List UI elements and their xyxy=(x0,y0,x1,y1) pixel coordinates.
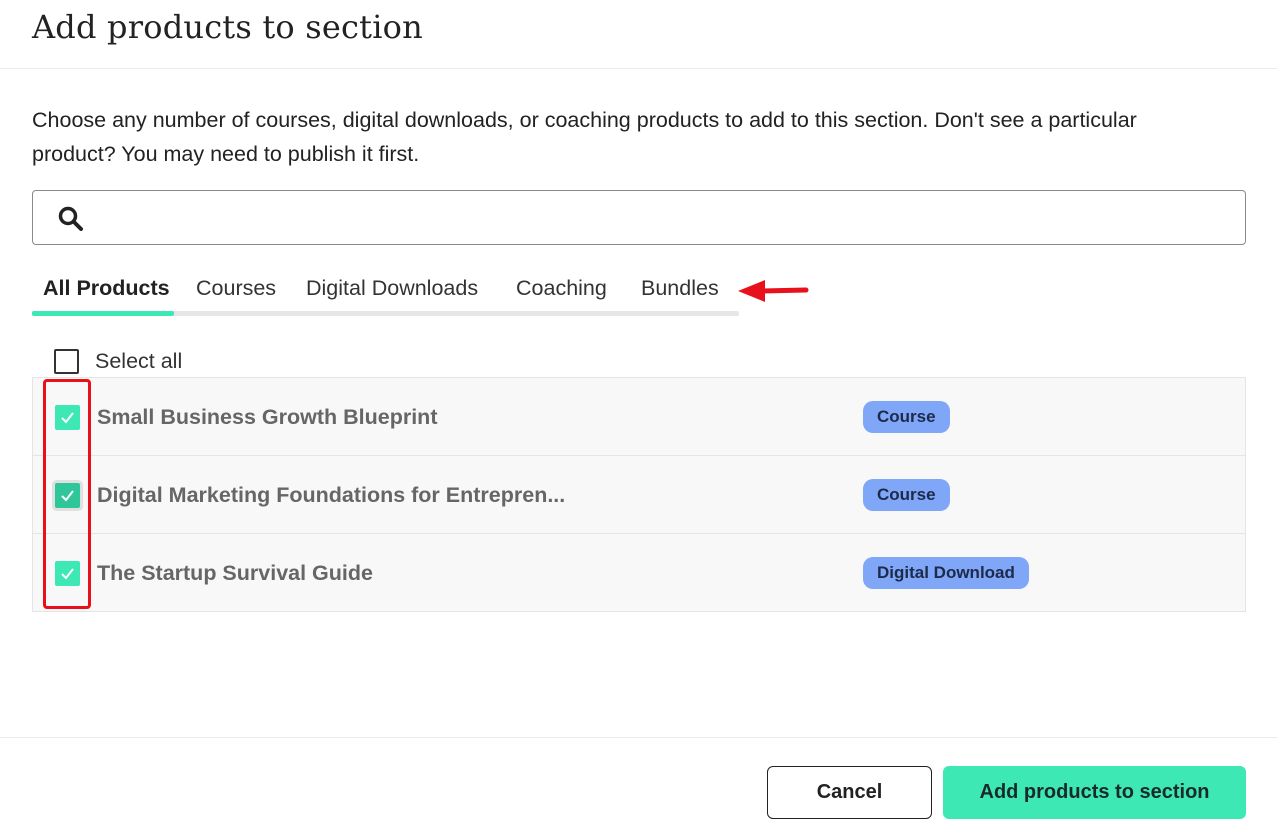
select-all-checkbox[interactable] xyxy=(54,349,79,374)
product-type-badge: Digital Download xyxy=(863,557,1029,589)
annotation-arrow xyxy=(738,280,809,302)
product-type-tabs: All Products Courses Digital Downloads C… xyxy=(32,270,739,316)
dialog-description: Choose any number of courses, digital do… xyxy=(32,108,1137,166)
dialog-title: Add products to section xyxy=(32,8,423,46)
tab-courses[interactable]: Courses xyxy=(196,276,276,301)
product-name: Digital Marketing Foundations for Entrep… xyxy=(97,483,566,507)
list-item[interactable]: Small Business Growth Blueprint Course xyxy=(33,378,1245,456)
product-type-badge: Course xyxy=(863,479,950,511)
product-type-badge: Course xyxy=(863,401,950,433)
add-products-button[interactable]: Add products to section xyxy=(943,766,1246,819)
annotation-highlight-box xyxy=(43,379,91,609)
tab-digital-downloads[interactable]: Digital Downloads xyxy=(306,276,478,301)
cancel-button[interactable]: Cancel xyxy=(767,766,932,819)
product-name: The Startup Survival Guide xyxy=(97,561,373,585)
product-name: Small Business Growth Blueprint xyxy=(97,405,438,429)
tab-all-products[interactable]: All Products xyxy=(43,276,170,301)
select-all-label: Select all xyxy=(95,349,183,373)
active-tab-indicator xyxy=(32,311,174,316)
list-item[interactable]: The Startup Survival Guide Digital Downl… xyxy=(33,534,1245,612)
list-item[interactable]: Digital Marketing Foundations for Entrep… xyxy=(33,456,1245,534)
search-input[interactable] xyxy=(32,190,1246,245)
dialog-header: Add products to section xyxy=(0,0,1277,69)
tab-coaching[interactable]: Coaching xyxy=(516,276,607,301)
search-icon xyxy=(58,206,83,231)
product-list: Small Business Growth Blueprint Course D… xyxy=(32,377,1246,612)
tab-bundles[interactable]: Bundles xyxy=(641,276,719,301)
